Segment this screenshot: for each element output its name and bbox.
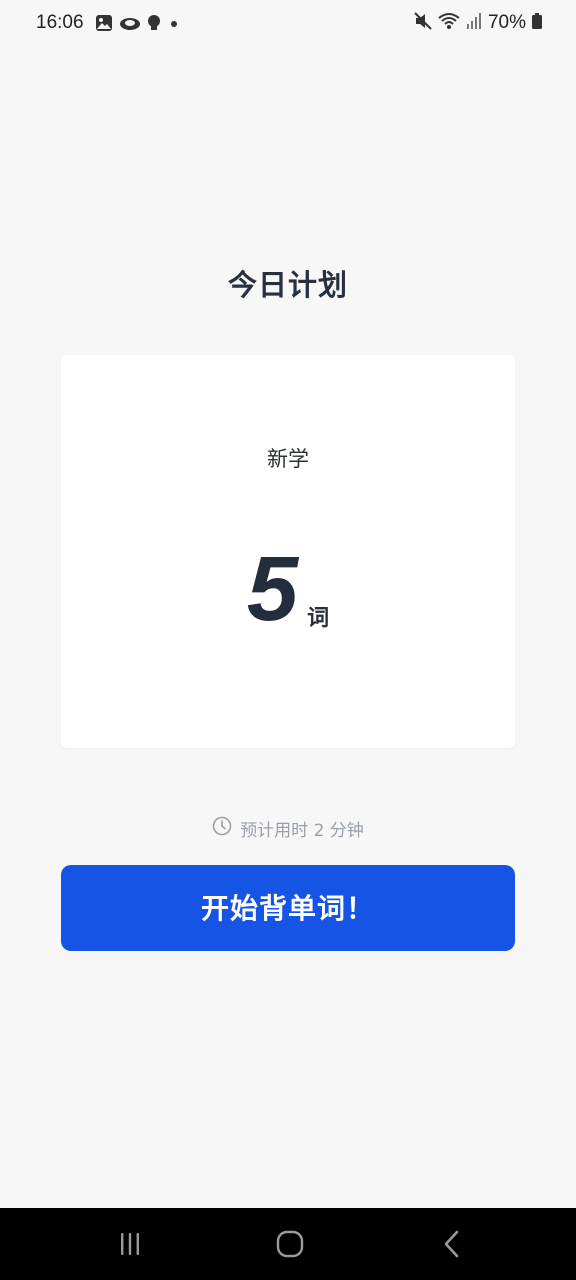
new-words-label: 新学 <box>267 447 309 471</box>
word-count: 5 <box>246 538 299 640</box>
cloud-app-icon <box>119 14 141 36</box>
mute-icon <box>414 12 432 34</box>
battery-percent: 70% <box>487 12 526 33</box>
signal-icon <box>466 12 482 34</box>
word-count-row: 5 词 <box>61 543 515 635</box>
screen: 16:06 70% 今日计划 新学 5 词 预计用时 2 分钟 开始背单词！ <box>0 0 576 1280</box>
clock-icon <box>212 816 232 841</box>
estimated-time-text: 预计用时 2 分钟 <box>240 821 364 841</box>
wifi-icon <box>438 12 460 34</box>
page-title: 今日计划 <box>227 268 348 302</box>
dot-icon <box>167 14 181 36</box>
status-bar: 16:06 70% <box>0 0 576 48</box>
status-time: 16:06 <box>36 12 84 33</box>
start-learning-button[interactable]: 开始背单词！ <box>61 865 515 951</box>
estimated-time: 预计用时 2 分钟 <box>0 816 576 841</box>
back-icon[interactable] <box>432 1226 472 1262</box>
notification-icons <box>95 14 181 36</box>
image-icon <box>95 14 113 36</box>
recent-apps-icon[interactable] <box>110 1226 150 1262</box>
home-icon[interactable] <box>270 1226 310 1262</box>
battery-icon <box>532 12 542 34</box>
plan-card: 新学 5 词 <box>61 355 515 748</box>
navigation-bar <box>0 1208 576 1280</box>
word-count-unit: 词 <box>307 606 330 631</box>
system-status: 70% <box>414 12 542 34</box>
bulb-icon <box>147 14 161 36</box>
